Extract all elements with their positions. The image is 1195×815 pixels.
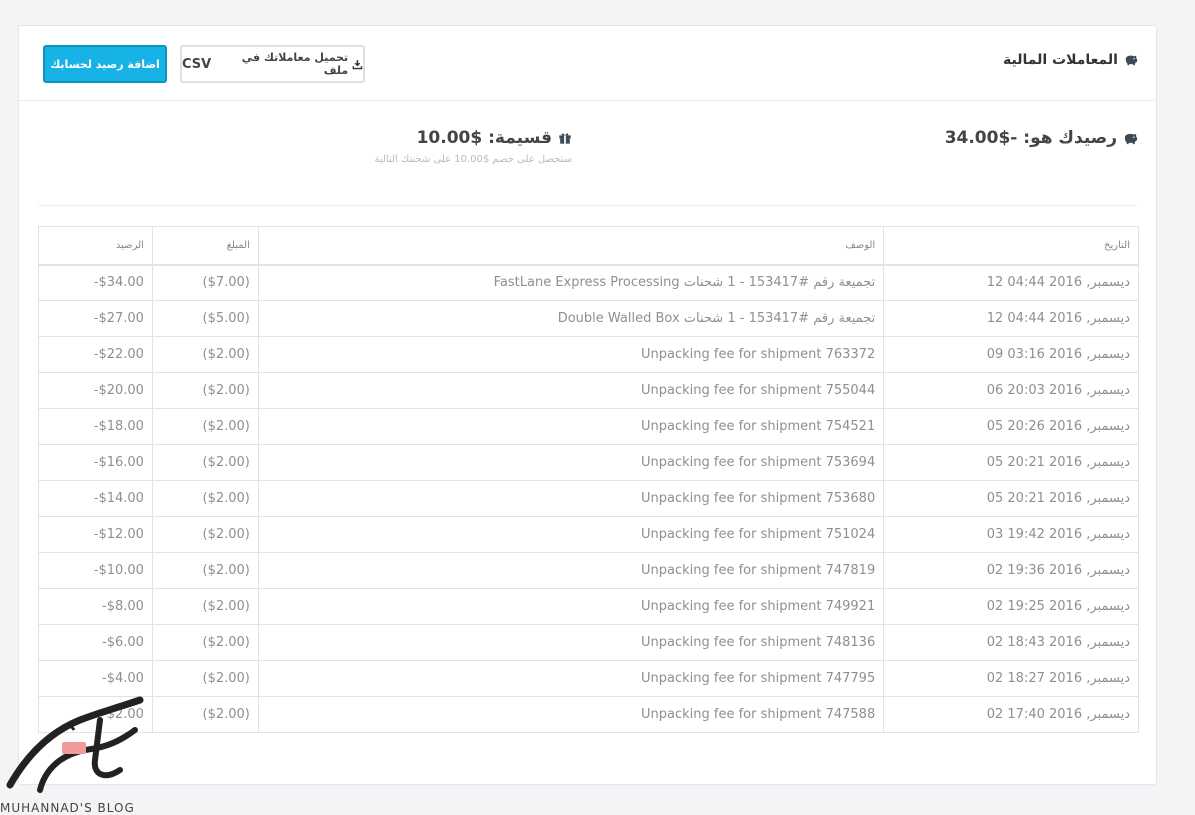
voucher-note: ستحصل على خصم $10.00 على شحنتك التالية [374, 154, 572, 165]
cell-balance: -$8.00 [38, 588, 153, 625]
cell-description: Unpacking fee for shipment 753694 [257, 444, 885, 481]
table-row: -$14.00 ($2.00) Unpacking fee for shipment… [38, 480, 1139, 517]
transactions-table: الرصيد المبلغ الوصف التاريخ -$34.00 ($7.0… [38, 226, 1139, 733]
table-row: -$10.00 ($2.00) Unpacking fee for shipment… [38, 552, 1139, 589]
table-row: -$27.00 ($5.00) Double Walled Box تجميعة ر… [38, 300, 1139, 337]
table-row: -$18.00 ($2.00) Unpacking fee for shipment… [38, 408, 1139, 445]
piggy-bank-icon [1124, 133, 1138, 144]
column-header-description: الوصف [257, 226, 885, 266]
voucher-text: قسيمة: $10.00 [416, 128, 552, 148]
cell-date: 12 ديسمبر, 2016 04:44 [883, 264, 1139, 301]
download-icon [352, 59, 363, 69]
cell-date: 02 ديسمبر, 2016 18:43 [883, 624, 1139, 661]
download-format-label: CSV [182, 56, 212, 72]
voucher-value: قسيمة: $10.00 [374, 128, 572, 148]
voucher-block: قسيمة: $10.00 ستحصل على خصم $10.00 على ش… [374, 128, 572, 165]
table-body: -$34.00 ($7.00) FastLane Express Processin… [38, 264, 1139, 733]
cell-balance: -$27.00 [38, 300, 153, 337]
cell-date: 09 ديسمبر, 2016 03:16 [883, 336, 1139, 373]
cell-balance: -$16.00 [38, 444, 153, 481]
cell-amount: ($5.00) [151, 300, 259, 337]
column-header-amount: المبلغ [151, 226, 259, 266]
cell-description: Unpacking fee for shipment 749921 [257, 588, 885, 625]
calligraphy-logo [6, 696, 144, 793]
cell-amount: ($2.00) [151, 444, 259, 481]
table-row: -$6.00 ($2.00) Unpacking fee for shipment … [38, 624, 1139, 661]
column-header-date: التاريخ [883, 226, 1139, 266]
table-row: -$8.00 ($2.00) Unpacking fee for shipment … [38, 588, 1139, 625]
table-header-row: الرصيد المبلغ الوصف التاريخ [38, 226, 1139, 266]
cell-description: Unpacking fee for shipment 747795 [257, 660, 885, 697]
column-header-balance: الرصيد [38, 226, 153, 266]
cell-description: Unpacking fee for shipment 753680 [257, 480, 885, 517]
cell-balance: -$10.00 [38, 552, 153, 589]
cell-date: 02 ديسمبر, 2016 19:25 [883, 588, 1139, 625]
download-csv-button[interactable]: تحميل معاملاتك في ملف CSV [180, 45, 365, 83]
cell-date: 06 ديسمبر, 2016 20:03 [883, 372, 1139, 409]
cell-balance: -$20.00 [38, 372, 153, 409]
table-row: -$2.00 ($2.00) Unpacking fee for shipment … [38, 696, 1139, 733]
table-row: -$22.00 ($2.00) Unpacking fee for shipment… [38, 336, 1139, 373]
table-row: -$16.00 ($2.00) Unpacking fee for shipment… [38, 444, 1139, 481]
account-balance: رصيدك هو: -$34.00 [945, 128, 1138, 148]
cell-date: 03 ديسمبر, 2016 19:42 [883, 516, 1139, 553]
cell-balance: -$12.00 [38, 516, 153, 553]
cell-description: Unpacking fee for shipment 755044 [257, 372, 885, 409]
divider [38, 205, 1137, 206]
watermark-logo: MUHANNAD'S BLOG [0, 690, 150, 815]
cell-description: Double Walled Box تجميعة رقم #153417 - 1… [257, 300, 885, 337]
cell-description: Unpacking fee for shipment 747819 [257, 552, 885, 589]
cell-balance: -$18.00 [38, 408, 153, 445]
table-row: -$4.00 ($2.00) Unpacking fee for shipment … [38, 660, 1139, 697]
cell-amount: ($2.00) [151, 552, 259, 589]
cell-balance: -$14.00 [38, 480, 153, 517]
page-title-text: المعاملات المالية [1002, 52, 1118, 68]
watermark-text: MUHANNAD'S BLOG [0, 801, 135, 815]
table-row: -$20.00 ($2.00) Unpacking fee for shipment… [38, 372, 1139, 409]
cell-balance: -$22.00 [38, 336, 153, 373]
cell-date: 05 ديسمبر, 2016 20:26 [883, 408, 1139, 445]
cell-amount: ($2.00) [151, 588, 259, 625]
cell-description: Unpacking fee for shipment 763372 [257, 336, 885, 373]
page-title: المعاملات المالية [1003, 52, 1138, 68]
piggy-bank-icon [1125, 55, 1138, 66]
cell-date: 12 ديسمبر, 2016 04:44 [883, 300, 1139, 337]
cell-amount: ($7.00) [151, 264, 259, 301]
cell-date: 02 ديسمبر, 2016 19:36 [883, 552, 1139, 589]
cell-balance: -$34.00 [38, 264, 153, 301]
cell-description: Unpacking fee for shipment 747588 [257, 696, 885, 733]
cell-amount: ($2.00) [151, 624, 259, 661]
cell-amount: ($2.00) [151, 516, 259, 553]
cell-description: FastLane Express Processing تجميعة رقم #… [257, 264, 885, 301]
cell-amount: ($2.00) [151, 480, 259, 517]
cell-amount: ($2.00) [151, 408, 259, 445]
table-row: -$12.00 ($2.00) Unpacking fee for shipment… [38, 516, 1139, 553]
cell-date: 02 ديسمبر, 2016 17:40 [883, 696, 1139, 733]
cell-description: Unpacking fee for shipment 748136 [257, 624, 885, 661]
card-header: المعاملات المالية تحميل معاملاتك في ملف … [19, 26, 1156, 101]
cell-amount: ($2.00) [151, 372, 259, 409]
balance-text: رصيدك هو: -$34.00 [944, 128, 1117, 148]
cell-description: Unpacking fee for shipment 754521 [257, 408, 885, 445]
cell-balance: -$6.00 [38, 624, 153, 661]
add-balance-button[interactable]: اضافة رصيد لحسابك [43, 45, 167, 83]
table-row: -$34.00 ($7.00) FastLane Express Processin… [38, 264, 1139, 301]
gift-icon [559, 133, 571, 144]
transactions-card: المعاملات المالية تحميل معاملاتك في ملف … [18, 25, 1157, 785]
cell-date: 02 ديسمبر, 2016 18:27 [883, 660, 1139, 697]
cell-amount: ($2.00) [151, 696, 259, 733]
download-button-label: تحميل معاملاتك في ملف [241, 51, 349, 77]
cell-description: Unpacking fee for shipment 751024 [257, 516, 885, 553]
cell-amount: ($2.00) [151, 336, 259, 373]
cell-date: 05 ديسمبر, 2016 20:21 [883, 444, 1139, 481]
cell-date: 05 ديسمبر, 2016 20:21 [883, 480, 1139, 517]
cell-amount: ($2.00) [151, 660, 259, 697]
